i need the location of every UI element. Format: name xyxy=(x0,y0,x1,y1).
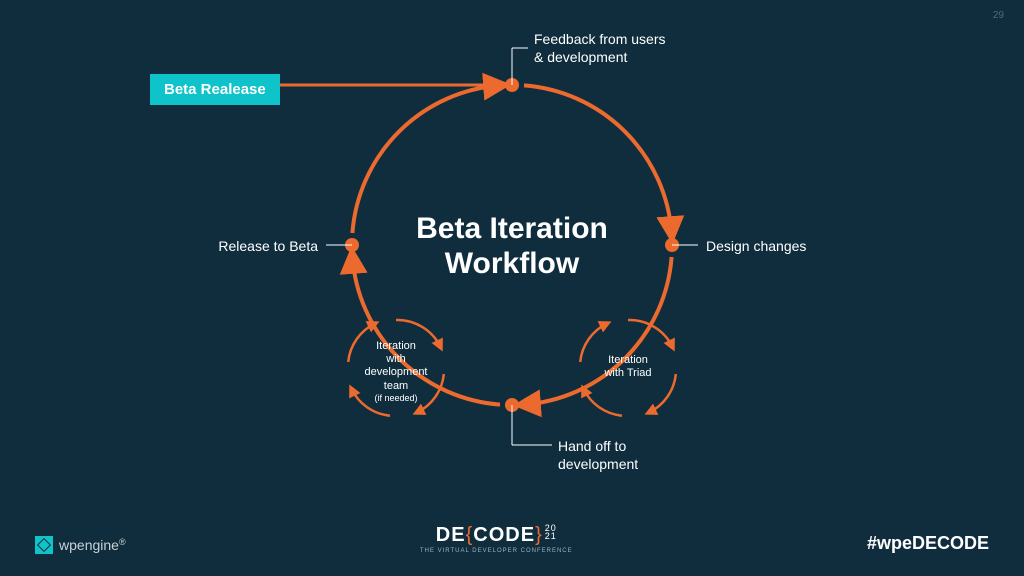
label-release: Release to Beta xyxy=(218,237,318,255)
label-handoff: Hand off to development xyxy=(558,437,638,473)
title-line-2: Workflow xyxy=(445,247,579,280)
dev-line4: team xyxy=(384,380,408,392)
label-handoff-line1: Hand off to xyxy=(558,437,638,455)
triad-line2: with Triad xyxy=(604,367,651,379)
triad-mini-label: Iteration with Triad xyxy=(588,354,668,380)
wp-light: wp xyxy=(59,537,77,553)
decode-year: 2021 xyxy=(545,524,557,540)
label-feedback: Feedback from users & development xyxy=(534,30,666,66)
label-handoff-line2: development xyxy=(558,455,638,473)
label-feedback-line2: & development xyxy=(534,48,666,66)
label-design: Design changes xyxy=(706,237,806,255)
decode-logo: DE{CODE}2021 THE VIRTUAL DEVELOPER CONFE… xyxy=(420,524,573,554)
dev-line5: (if needed) xyxy=(356,393,436,404)
decode-code: CODE xyxy=(473,524,535,546)
decode-main: DE{CODE}2021 xyxy=(420,524,573,547)
wpengine-icon xyxy=(35,536,53,554)
beta-release-tag: Beta Realease xyxy=(150,74,280,105)
hashtag: #wpeDECODE xyxy=(867,533,989,554)
dev-line3: development xyxy=(365,366,428,378)
diagram-title: Beta Iteration Workflow xyxy=(380,212,644,281)
wpengine-logo: wpengine® xyxy=(35,536,126,554)
wpengine-text: wpengine® xyxy=(59,537,126,553)
wp-bold: engine xyxy=(77,537,119,553)
brace-close-icon: } xyxy=(535,524,543,546)
dev-line1: Iteration xyxy=(376,340,416,352)
dev-line2: with xyxy=(386,353,406,365)
triad-line1: Iteration xyxy=(608,354,648,366)
decode-de: DE xyxy=(436,524,466,546)
dev-mini-label: Iteration with development team (if need… xyxy=(356,340,436,404)
title-line-1: Beta Iteration xyxy=(416,212,608,245)
label-feedback-line1: Feedback from users xyxy=(534,30,666,48)
footer: wpengine® DE{CODE}2021 THE VIRTUAL DEVEL… xyxy=(0,524,1024,554)
decode-subtitle: THE VIRTUAL DEVELOPER CONFERENCE xyxy=(420,548,573,554)
